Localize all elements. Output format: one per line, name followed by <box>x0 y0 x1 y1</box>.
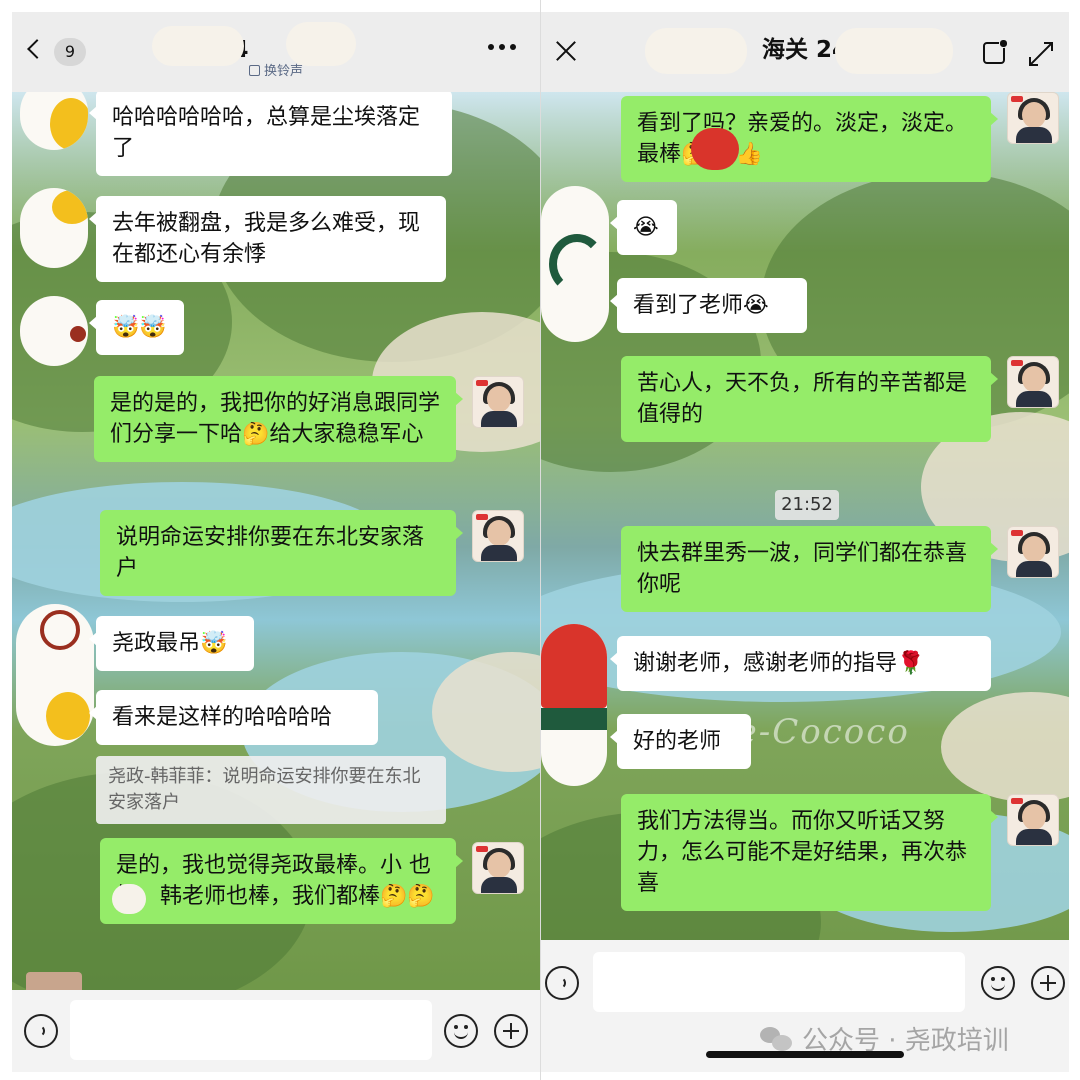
avatar-body <box>481 545 517 561</box>
float-window-icon[interactable] <box>983 39 1008 64</box>
chat-message-incoming[interactable]: 去年被翻盘，我是多么难受，现在都还心有余悸 <box>89 196 446 282</box>
expand-corner <box>1044 42 1053 51</box>
avatar-logo <box>476 846 488 852</box>
voice-icon <box>559 977 566 989</box>
avatar-logo <box>1011 360 1023 366</box>
chat-message-outgoing[interactable]: 我们方法得当。而你又听话又努力，怎么可能不是好结果，再次恭喜 <box>621 794 998 911</box>
avatar-body <box>481 877 517 893</box>
change-ringtone-label: 换铃声 <box>263 64 303 79</box>
chat-message-incoming[interactable]: 看到了老师😭 <box>610 278 807 333</box>
right-chat-screenshot: 海关 24 Nice-Cococo 看到了吗？亲爱的。淡定，淡定。 😭 看到了老… <box>541 12 1069 1072</box>
chat-message-incoming[interactable]: 🤯🤯 <box>89 300 184 355</box>
redaction-mark <box>112 884 146 914</box>
chat-message-incoming[interactable]: 谢谢老师，感谢老师的指导🌹 <box>610 636 991 691</box>
expand-corner <box>1029 57 1038 66</box>
contact-avatar[interactable] <box>541 624 607 786</box>
more-dots-icon <box>488 44 494 50</box>
voice-icon <box>38 1025 45 1037</box>
teacher-avatar[interactable] <box>1007 794 1059 846</box>
chat-message-incoming[interactable]: 好的老师 <box>610 714 751 769</box>
chat-message-outgoing[interactable]: 是的是的，我把你的好消息跟同学们分享一下哈🤔给大家稳稳军心 <box>94 376 463 462</box>
more-actions-button[interactable] <box>1031 966 1065 1000</box>
chat-subtitle[interactable]: 换铃声 <box>12 60 540 79</box>
avatar-deco <box>46 692 90 740</box>
left-chat-screenshot: 9 24关 换铃声 <box>12 12 540 1072</box>
chat-message-incoming[interactable]: 😭 <box>610 200 677 255</box>
avatar-body <box>1016 561 1052 577</box>
avatar-face <box>487 386 511 412</box>
voice-input-button[interactable] <box>24 1014 58 1048</box>
redaction-mark <box>645 28 747 74</box>
avatar-logo <box>476 380 488 386</box>
teacher-avatar[interactable] <box>1007 356 1059 408</box>
more-dot <box>510 44 516 50</box>
redaction-mark <box>835 28 953 74</box>
avatar-logo <box>1011 798 1023 804</box>
teacher-avatar[interactable] <box>472 510 524 562</box>
avatar-face <box>1022 102 1046 128</box>
chat-message-incoming[interactable]: 哈哈哈哈哈哈，总算是尘埃落定了 <box>89 90 452 176</box>
avatar-deco <box>541 708 607 730</box>
chat-message-incoming[interactable]: 看来是这样的哈哈哈哈 <box>89 690 378 745</box>
teacher-avatar[interactable] <box>1007 526 1059 578</box>
avatar-deco <box>70 326 86 342</box>
chat-header: 9 24关 换铃声 <box>12 12 540 92</box>
voice-input-button[interactable] <box>545 966 579 1000</box>
avatar-deco <box>541 624 607 708</box>
avatar-face <box>1022 536 1046 562</box>
avatar-body <box>481 411 517 427</box>
contact-avatar[interactable] <box>26 972 82 990</box>
avatar-face <box>1022 366 1046 392</box>
contact-avatar[interactable] <box>20 296 88 366</box>
message-input[interactable] <box>593 952 965 1012</box>
more-dot <box>499 44 505 50</box>
avatar-face <box>487 520 511 546</box>
chat-title: 24关 <box>12 30 540 64</box>
teacher-avatar[interactable] <box>472 842 524 894</box>
chat-header: 海关 24 <box>541 12 1069 92</box>
emoji-button[interactable] <box>444 1014 478 1048</box>
ringtone-icon <box>248 65 260 76</box>
avatar-logo <box>476 514 488 520</box>
teacher-avatar[interactable] <box>1007 92 1059 144</box>
expand-icon[interactable] <box>1029 42 1053 66</box>
message-input[interactable] <box>70 1000 432 1060</box>
more-options-button[interactable] <box>488 42 518 52</box>
wechat-logo-icon <box>760 1025 794 1051</box>
chat-message-outgoing[interactable]: 是的，我也觉得尧政最棒。小 也棒，韩老师也棒，我们都棒🤔🤔 <box>100 838 463 924</box>
avatar-body <box>1016 829 1052 845</box>
wm-bubble <box>772 1035 792 1051</box>
avatar-logo <box>1011 96 1023 102</box>
redaction-mark <box>691 128 739 170</box>
avatar-body <box>1016 127 1052 143</box>
avatar-logo <box>1011 530 1023 536</box>
more-actions-button[interactable] <box>494 1014 528 1048</box>
chat-message-outgoing[interactable]: 苦心人，天不负，所有的辛苦都是值得的 <box>621 356 998 442</box>
avatar-deco <box>50 98 88 150</box>
chat-message-outgoing[interactable]: 看到了吗？亲爱的。淡定，淡定。 最棒🤔👍👍 <box>621 96 998 182</box>
bg-cloud <box>941 692 1069 802</box>
contact-avatar[interactable] <box>16 604 94 746</box>
avatar-deco <box>549 234 605 294</box>
avatar-deco <box>52 190 88 224</box>
teacher-avatar[interactable] <box>472 376 524 428</box>
contact-avatar[interactable] <box>541 186 609 342</box>
home-indicator[interactable] <box>706 1051 904 1058</box>
emoji-button[interactable] <box>981 966 1015 1000</box>
avatar-face <box>487 852 511 878</box>
avatar-body <box>1016 391 1052 407</box>
quoted-message[interactable]: 尧政-韩菲菲：说明命运安排你要在东北安家落户 <box>96 756 446 824</box>
time-divider: 21:52 <box>775 490 839 520</box>
contact-avatar[interactable] <box>20 188 88 268</box>
redaction-mark <box>152 26 244 66</box>
chat-message-outgoing[interactable]: 说明命运安排你要在东北安家落户 <box>100 510 463 596</box>
redaction-mark <box>286 22 356 66</box>
avatar-face <box>1022 804 1046 830</box>
chat-message-incoming[interactable]: 尧政最吊🤯 <box>89 616 254 671</box>
avatar-deco <box>40 610 80 650</box>
chat-message-outgoing[interactable]: 快去群里秀一波，同学们都在恭喜你呢 <box>621 526 998 612</box>
message-input-bar <box>12 990 540 1072</box>
